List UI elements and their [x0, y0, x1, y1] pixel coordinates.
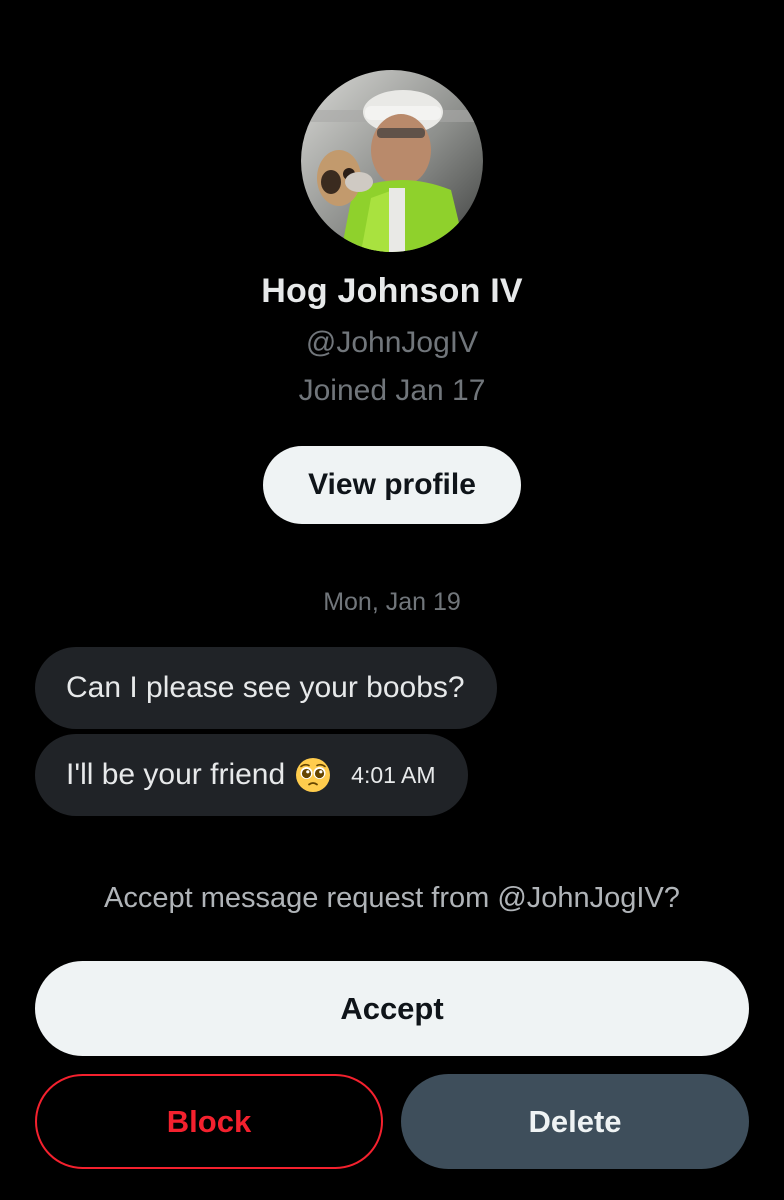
- accept-button[interactable]: Accept: [35, 961, 749, 1056]
- profile-handle: @JohnJogIV: [305, 326, 479, 359]
- message-timestamp: 4:01 AM: [351, 761, 436, 788]
- message-request-screen: Hog Johnson IV @JohnJogIV Joined Jan 17 …: [0, 0, 784, 1200]
- avatar-photo: [301, 70, 483, 252]
- accept-label: Accept: [340, 990, 444, 1026]
- block-label: Block: [166, 1103, 252, 1139]
- message-text: Can I please see your boobs?: [66, 671, 465, 704]
- message-bubble[interactable]: Can I please see your boobs?: [35, 647, 497, 729]
- message-bubble[interactable]: I'll be your friend 4:01 AM: [35, 734, 468, 816]
- view-profile-button[interactable]: View profile: [263, 446, 521, 524]
- conversation-date: Mon, Jan 19: [323, 588, 461, 616]
- message-request-prompt: Accept message request from @JohnJogIV?: [104, 882, 680, 914]
- pleading-face-emoji-icon: [295, 757, 331, 793]
- message-text: I'll be your friend: [66, 758, 286, 791]
- profile-avatar[interactable]: [301, 70, 483, 252]
- delete-label: Delete: [528, 1103, 622, 1139]
- view-profile-label: View profile: [308, 468, 476, 501]
- block-button[interactable]: Block: [35, 1074, 383, 1169]
- profile-joined-date: Joined Jan 17: [298, 374, 486, 407]
- profile-display-name: Hog Johnson IV: [261, 272, 523, 310]
- delete-button[interactable]: Delete: [401, 1074, 749, 1169]
